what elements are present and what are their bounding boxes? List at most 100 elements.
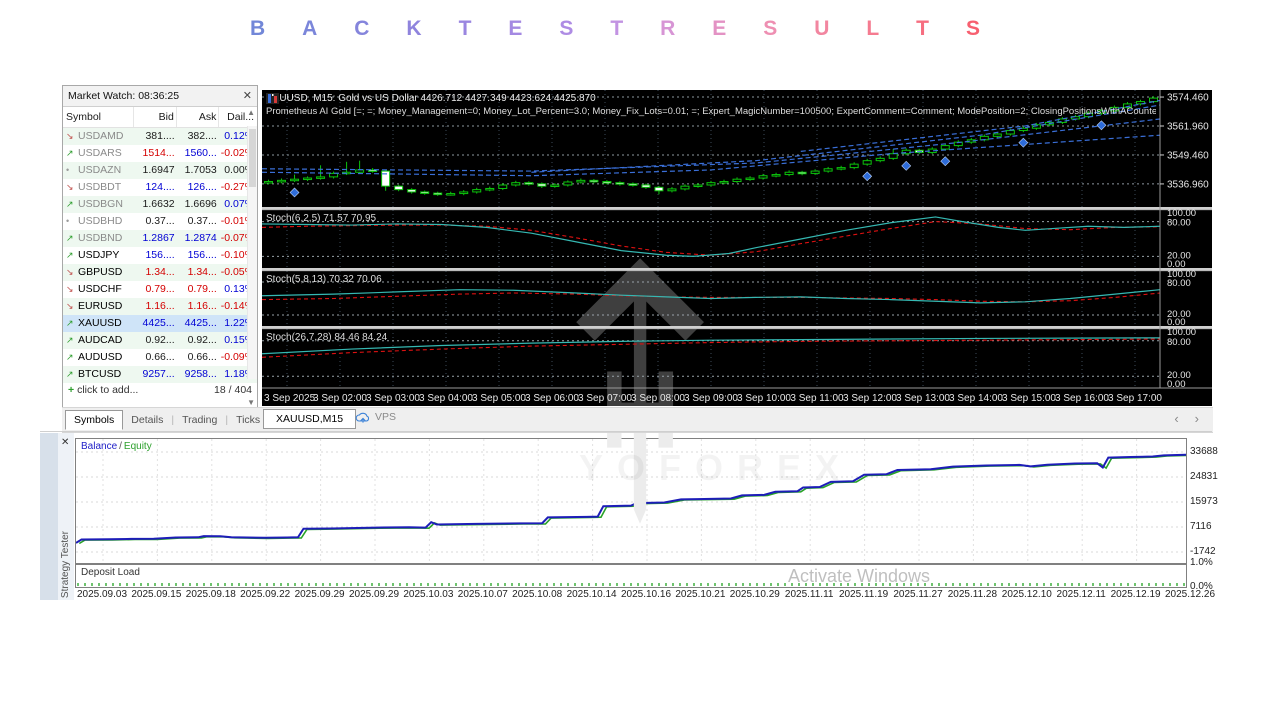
tab-scroll-left-icon[interactable]: ‹ — [1174, 411, 1178, 426]
close-icon[interactable]: ✕ — [243, 86, 252, 106]
trend-down-icon: ↘ — [66, 267, 74, 277]
bid-cell: 1.16... — [145, 300, 175, 312]
close-icon[interactable]: ✕ — [61, 437, 69, 448]
bid-cell: 1.6632 — [142, 198, 175, 210]
deposit-load-pane: Deposit Load — [75, 564, 1187, 588]
price-chart-panel[interactable]: Stoch(6,2,5) 71.57 70.95 Stoch(5,8,13) 70… — [262, 90, 1212, 406]
table-row[interactable]: ↗ XAUUSD 4425... 4425... 1.22% — [63, 315, 257, 332]
table-row[interactable]: ↗ BTCUSD 9257... 9258... 1.18% — [63, 366, 257, 383]
activate-windows-watermark: Activate Windows — [788, 566, 931, 586]
table-row[interactable]: ↘ EURUSD 1.16... 1.16... -0.14% — [63, 298, 257, 315]
bid-cell: 156.... — [145, 249, 175, 261]
time-tick: 3 Sep 08:00 — [631, 393, 685, 404]
table-row[interactable]: ↗ AUDCAD 0.92... 0.92... 0.15% — [63, 332, 257, 349]
backtest-graph[interactable]: Balance/Equity YOFOREX — [75, 438, 1187, 564]
page-title: BACKTESTRESULTS — [250, 17, 980, 47]
time-tick: 3 Sep 04:00 — [419, 393, 473, 404]
scroll-down-icon[interactable]: ▼ — [247, 398, 255, 407]
price-chart-svg[interactable]: Stoch(6,2,5) 71.57 70.95 Stoch(5,8,13) 70… — [262, 90, 1212, 406]
column-header-ask[interactable]: Ask — [175, 107, 218, 127]
ask-cell: 1.7053 — [184, 164, 217, 176]
ask-cell: 126.... — [187, 181, 217, 193]
table-row[interactable]: ↘ USDCHF 0.79... 0.79... 0.13% — [63, 281, 257, 298]
title-letter: E — [712, 17, 727, 40]
ea-parameters: Prometheus AI Gold [=; =; Money_Manageme… — [266, 106, 1156, 117]
date-tick: 2025.12.11 — [1056, 589, 1106, 600]
trend-up-icon: ↗ — [66, 318, 74, 328]
table-row[interactable]: ↘ USDAMD 381.... 382.... 0.12% — [63, 128, 257, 145]
date-tick: 2025.10.07 — [457, 589, 508, 600]
symbol-cell: ↘ EURUSD — [63, 298, 135, 315]
trend-down-icon: ↘ — [66, 182, 74, 192]
column-header-symbol[interactable]: Symbol — [63, 107, 133, 127]
deposit-scale-tick: 1.0% — [1190, 557, 1213, 568]
market-watch-footer: + click to add... 18 / 404 — [63, 383, 257, 398]
ask-cell: 1.6696 — [184, 198, 217, 210]
ask-cell: 4425... — [184, 317, 217, 329]
add-symbol-button[interactable]: + click to add... — [68, 383, 138, 398]
table-row[interactable]: ↗ USDBGN 1.6632 1.6696 0.07% — [63, 196, 257, 213]
tab-scroll-right-icon[interactable]: › — [1195, 411, 1199, 426]
date-tick: 2025.11.19 — [838, 589, 889, 600]
title-letter: L — [866, 17, 880, 40]
ask-cell: 1560... — [184, 147, 217, 159]
strategy-tester-tab[interactable]: ✕ Strategy Tester — [58, 433, 74, 600]
symbol-cell: ↘ USDCHF — [63, 281, 135, 298]
ask-cell: 9258... — [184, 368, 217, 380]
graph-legend: Balance / Equity — [81, 441, 152, 452]
tab-xauusd-m15[interactable]: XAUUSD,M15 — [263, 409, 357, 429]
time-tick: 3 Sep 10:00 — [737, 393, 791, 404]
strategy-tester-label: Strategy Tester — [60, 530, 71, 598]
stoch-label: Stoch(6,2,5) 71.57 70.95 — [266, 213, 377, 224]
scrollbar-thumb[interactable] — [249, 129, 256, 187]
ask-cell: 0.79... — [187, 283, 217, 295]
symbol-cell: ↗ USDJPY — [63, 247, 135, 264]
table-row[interactable]: ↘ GBPUSD 1.34... 1.34... -0.05% — [63, 264, 257, 281]
table-row[interactable]: ↗ AUDUSD 0.66... 0.66... -0.09% — [63, 349, 257, 366]
trend-up-icon: ↗ — [66, 148, 74, 158]
table-row[interactable]: • USDBHD 0.37... 0.37... -0.01% — [63, 213, 257, 230]
trend-up-icon: ↗ — [66, 199, 74, 209]
market-watch-title: Market Watch: 08:36:25 — [68, 90, 180, 102]
table-row[interactable]: ↗ USDARS 1514... 1560... -0.02% — [63, 145, 257, 162]
vps-label: VPS — [375, 411, 397, 423]
table-row[interactable]: ↘ USDBDT 124.... 126.... -0.27% — [63, 179, 257, 196]
scroll-up-icon[interactable]: ▲ — [247, 108, 255, 117]
table-row[interactable]: ↗ USDJPY 156.... 156.... -0.10% — [63, 247, 257, 264]
symbol-cell: ↗ AUDCAD — [63, 332, 135, 349]
title-letter: R — [660, 17, 676, 40]
tab-trading[interactable]: Trading — [174, 411, 225, 429]
title-letter: B — [250, 17, 266, 40]
price-tick: 3561.960 — [1167, 122, 1209, 133]
ask-cell: 156.... — [187, 249, 217, 261]
stoch-scale-tick: 80.00 — [1167, 278, 1191, 289]
market-watch-scrollbar[interactable] — [247, 126, 257, 379]
market-watch-tabs: Symbols Details | Trading | Ticks — [65, 408, 268, 432]
chart-title-text: XAUUSD, M15: Gold vs US Dollar 4426.712 … — [266, 93, 596, 104]
tab-details[interactable]: Details — [123, 411, 171, 429]
graph-y-tick: 24831 — [1190, 470, 1218, 482]
tab-symbols[interactable]: Symbols — [65, 410, 124, 430]
date-tick: 2025.12.10 — [1001, 589, 1052, 600]
symbol-cell: ↗ BTCUSD — [63, 366, 135, 383]
price-tick: 3549.460 — [1167, 150, 1209, 161]
table-row[interactable]: ↗ USDBND 1.2867 1.2874 -0.07% — [63, 230, 257, 247]
title-letter: S — [965, 17, 980, 40]
time-tick: 3 Sep 02:00 — [313, 393, 367, 404]
backtest-results-page: B A C K T E S T R E S U L T S Market Watch: 08:36:25 ✕… — [0, 0, 1280, 720]
trend-down-icon: ↘ — [66, 131, 74, 141]
date-tick: 2025.10.21 — [675, 589, 726, 600]
ask-cell: 0.66... — [187, 351, 217, 363]
trend-flat-icon: • — [66, 216, 70, 226]
date-axis: 2025.09.03 2025.09.15 2025.09.18 2025.09.22… — [75, 589, 1215, 601]
symbol-cell: ↗ USDARS — [63, 145, 135, 162]
ask-cell: 1.16... — [187, 300, 217, 312]
table-row[interactable]: • USDAZN 1.6947 1.7053 0.00% — [63, 162, 257, 179]
trend-up-icon: ↗ — [66, 369, 74, 379]
date-tick: 2025.10.14 — [566, 589, 617, 600]
vps-button[interactable]: VPS — [355, 411, 396, 423]
column-header-bid[interactable]: Bid — [133, 107, 175, 127]
date-tick: 2025.10.08 — [512, 589, 563, 600]
date-tick: 2025.11.27 — [893, 589, 943, 600]
date-tick: 2025.09.29 — [348, 589, 400, 600]
